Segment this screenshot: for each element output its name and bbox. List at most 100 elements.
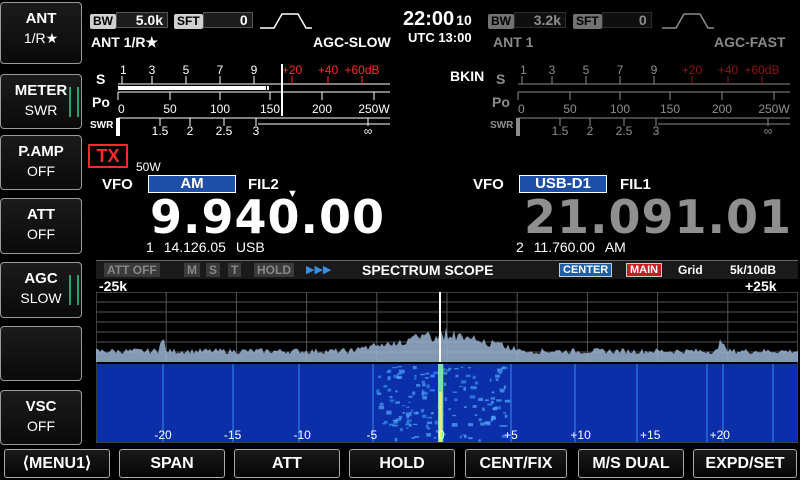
waterfall-noise bbox=[472, 405, 477, 408]
sub-frequency[interactable]: 21.091.01 bbox=[524, 190, 792, 244]
swr-scale-tick: 3 bbox=[653, 124, 660, 138]
cent-fix-button[interactable]: CENT/FIX bbox=[465, 449, 567, 478]
swr-scale-tick: 2.5 bbox=[216, 124, 233, 138]
waterfall-noise bbox=[412, 391, 416, 395]
po-scale-tick: 50 bbox=[563, 102, 577, 116]
blank-side-button[interactable] bbox=[0, 326, 82, 381]
waterfall-noise bbox=[425, 372, 430, 375]
scope-span-ref: 5k/10dB bbox=[730, 263, 777, 277]
main-meter: S Po SWR 1 3 5 7 9 +20 +40 +60dB 0 50 100 150 200 250W 1.… bbox=[90, 63, 390, 138]
waterfall-noise bbox=[389, 395, 393, 399]
scope-header: ATT OFF M S T HOLD ▶▶▶ SPECTRUM SCOPE CE… bbox=[96, 260, 798, 279]
po-scale-tick: 100 bbox=[210, 102, 230, 116]
waterfall-noise bbox=[430, 412, 434, 415]
ant-button-value: 1/R★ bbox=[23, 30, 59, 46]
s-scale-tick: 1 bbox=[120, 63, 127, 77]
ant-button[interactable]: ANT 1/R★ bbox=[0, 2, 82, 64]
clock-seconds: 10 bbox=[456, 12, 472, 28]
span-button[interactable]: SPAN bbox=[119, 449, 225, 478]
waterfall-noise bbox=[430, 374, 435, 378]
sub-bw-indicator: BW 3.2k bbox=[488, 12, 566, 30]
waterfall-noise bbox=[501, 425, 508, 427]
waterfall-noise bbox=[446, 369, 451, 372]
sub-sft-value: 0 bbox=[601, 12, 652, 28]
waterfall-noise bbox=[388, 423, 395, 426]
scope-axis-label: -10 bbox=[293, 428, 311, 442]
waterfall-noise bbox=[474, 381, 479, 385]
waterfall-noise bbox=[422, 383, 426, 387]
waterfall-noise bbox=[388, 375, 391, 380]
main-memo-line: 1 14.126.05 USB bbox=[146, 239, 265, 255]
ms-dual-button[interactable]: M/S DUAL bbox=[578, 449, 684, 478]
waterfall-noise bbox=[426, 384, 430, 389]
waterfall-noise bbox=[413, 377, 417, 380]
vsc-button-value: OFF bbox=[27, 418, 55, 434]
att-side-button[interactable]: ATT OFF bbox=[0, 198, 82, 254]
s-scale-tick: 7 bbox=[617, 63, 624, 77]
swr-scale-tick: 2 bbox=[187, 124, 194, 138]
main-bw-label: BW bbox=[90, 14, 116, 29]
waterfall-noise bbox=[469, 395, 476, 399]
s-scale-tick: +20 bbox=[682, 63, 703, 77]
waterfall-noise bbox=[472, 375, 476, 380]
waterfall-noise bbox=[429, 389, 435, 392]
s-scale-tick: +40 bbox=[318, 63, 339, 77]
waterfall-noise bbox=[409, 411, 412, 413]
menu1-button[interactable]: ⟨MENU1⟩ bbox=[4, 449, 110, 478]
main-sft-value: 0 bbox=[202, 12, 253, 28]
waterfall-noise bbox=[426, 421, 433, 425]
waterfall-noise bbox=[461, 366, 464, 369]
waterfall-noise bbox=[480, 422, 486, 426]
spectrum-scope[interactable] bbox=[96, 292, 798, 443]
waterfall-noise bbox=[448, 407, 451, 411]
active-indicator bbox=[69, 87, 79, 117]
main-bw-indicator: BW 5.0k bbox=[90, 12, 168, 30]
sub-memo-line: 2 11.760.00 AM bbox=[516, 239, 626, 255]
waterfall-noise bbox=[459, 385, 463, 388]
waterfall-noise bbox=[455, 374, 459, 378]
sub-ant-label: ANT 1 bbox=[493, 34, 534, 50]
waterfall-noise bbox=[395, 401, 400, 404]
scope-t-indicator: T bbox=[228, 263, 242, 277]
att-side-button-value: OFF bbox=[27, 226, 55, 242]
utc-time: UTC 13:00 bbox=[408, 30, 472, 45]
waterfall-noise bbox=[396, 375, 403, 379]
scope-title: SPECTRUM SCOPE bbox=[362, 262, 494, 278]
main-frequency[interactable]: 9.940.00 bbox=[150, 190, 385, 244]
waterfall-noise bbox=[390, 401, 394, 403]
waterfall-noise bbox=[386, 371, 390, 373]
waterfall-noise bbox=[412, 423, 418, 426]
waterfall-noise bbox=[490, 397, 493, 400]
waterfall-noise bbox=[495, 374, 500, 378]
agc-button[interactable]: AGC SLOW bbox=[0, 262, 82, 318]
vsc-button[interactable]: VSC OFF bbox=[0, 390, 82, 445]
scope-center-badge: CENTER bbox=[559, 263, 613, 277]
sub-sft-indicator: SFT 0 bbox=[573, 12, 652, 30]
waterfall-noise bbox=[421, 380, 425, 384]
preamp-button[interactable]: P.AMP OFF bbox=[0, 135, 82, 190]
scope-axis-label: 0 bbox=[438, 428, 445, 442]
waterfall-noise bbox=[467, 366, 471, 369]
waterfall-noise bbox=[413, 411, 418, 415]
att-button[interactable]: ATT bbox=[234, 449, 340, 478]
active-indicator bbox=[69, 275, 79, 305]
waterfall-noise bbox=[461, 380, 467, 384]
po-scale-tick: 150 bbox=[260, 102, 280, 116]
meter-button[interactable]: METER SWR bbox=[0, 74, 82, 129]
sub-memo-channel: 2 bbox=[516, 239, 524, 255]
swr-bar bbox=[516, 118, 520, 136]
waterfall-noise bbox=[425, 377, 429, 379]
waterfall-noise bbox=[490, 400, 494, 404]
hold-button[interactable]: HOLD bbox=[349, 449, 455, 478]
waterfall-noise bbox=[491, 391, 495, 394]
main-memo-channel: 1 bbox=[146, 239, 154, 255]
waterfall-noise bbox=[420, 373, 425, 376]
waterfall-noise bbox=[377, 375, 382, 379]
po-scale-tick: 100 bbox=[610, 102, 630, 116]
scope-axis-label: +15 bbox=[640, 428, 661, 442]
waterfall-noise bbox=[393, 419, 398, 424]
swr-scale-tick: 2.5 bbox=[616, 124, 633, 138]
waterfall-noise bbox=[454, 368, 459, 370]
waterfall-noise bbox=[498, 372, 503, 374]
expd-set-button[interactable]: EXPD/SET bbox=[693, 449, 797, 478]
